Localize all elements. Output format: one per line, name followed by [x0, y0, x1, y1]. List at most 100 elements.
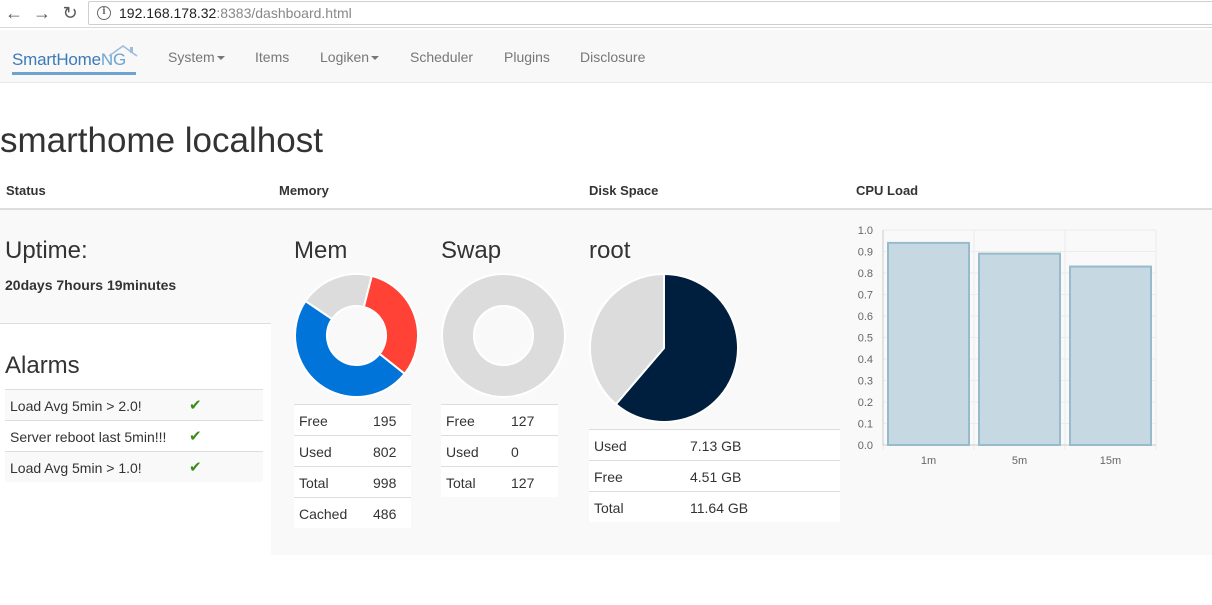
- nav-logiken-label: Logiken: [320, 49, 370, 65]
- table-row: Used 7.13 GB: [589, 429, 840, 460]
- table-row: Used 802: [294, 435, 411, 466]
- brand-underline: [12, 72, 136, 75]
- row-label: Cached: [299, 506, 348, 522]
- url-path: :8383/dashboard.html: [216, 5, 352, 21]
- table-row: Total 11.64 GB: [589, 491, 840, 522]
- info-icon[interactable]: i: [97, 6, 111, 20]
- browser-toolbar: ← → ↻ i 192.168.178.32:8383/dashboard.ht…: [0, 0, 1212, 28]
- row-value: 195: [373, 413, 397, 429]
- cpu-bar-1m: [887, 241, 970, 447]
- section-status: Status: [6, 183, 46, 198]
- y-tick-label: 0.9: [858, 247, 873, 259]
- alarms-table: Load Avg 5min > 2.0! ✔ Server reboot las…: [5, 389, 263, 482]
- nav-system-label: System: [168, 49, 215, 65]
- check-icon: ✔: [189, 397, 202, 414]
- row-label: Used: [299, 444, 332, 460]
- back-arrow-icon[interactable]: ←: [4, 3, 24, 23]
- swap-donut-chart: [441, 273, 566, 398]
- row-label: Total: [594, 500, 624, 516]
- table-row: Free 4.51 GB: [589, 460, 840, 491]
- alarms-label: Alarms: [5, 352, 80, 379]
- alarm-text: Load Avg 5min > 1.0!: [10, 460, 142, 476]
- y-tick-label: 0.4: [858, 354, 873, 366]
- navbar: SmartHomeNG System Items Logiken Schedul…: [0, 30, 1212, 83]
- x-tick-label: 5m: [1012, 455, 1027, 467]
- nav-items[interactable]: Items: [255, 49, 289, 65]
- row-value: 998: [373, 475, 397, 491]
- y-tick-label: 0.2: [858, 397, 873, 409]
- pie-slice-used: [362, 274, 419, 376]
- row-label: Total: [446, 475, 476, 491]
- mem-title: Mem: [294, 237, 348, 264]
- cpu-bar-15m: [1069, 265, 1152, 446]
- check-icon: ✔: [189, 459, 202, 476]
- caret-down-icon: [371, 56, 380, 61]
- row-label: Free: [594, 469, 623, 485]
- y-tick-label: 1.0: [858, 225, 873, 237]
- forward-arrow-icon[interactable]: →: [32, 3, 52, 23]
- nav-disclosure-label: Disclosure: [580, 49, 646, 65]
- disk-pie-chart: [589, 273, 739, 423]
- table-row: Total 127: [441, 466, 558, 497]
- mem-donut-chart: [294, 273, 419, 398]
- row-value: 127: [511, 413, 535, 429]
- table-row: Cached 486: [294, 497, 411, 528]
- check-icon: ✔: [189, 428, 202, 445]
- url-text[interactable]: 192.168.178.32:8383/dashboard.html: [119, 5, 352, 21]
- swap-title: Swap: [441, 237, 502, 264]
- page-title: smarthome localhost: [0, 121, 323, 160]
- row-value: 0: [511, 444, 519, 460]
- pie-slice-free: [441, 273, 566, 398]
- row-value: 7.13 GB: [690, 438, 742, 454]
- row-label: Total: [299, 475, 329, 491]
- nav-plugins[interactable]: Plugins: [504, 49, 550, 65]
- disk-title: root: [589, 237, 631, 264]
- disk-table: Used 7.13 GB Free 4.51 GB Total 11.64 GB: [589, 429, 840, 522]
- row-value: 11.64 GB: [690, 500, 749, 516]
- table-row: Free 195: [294, 404, 411, 435]
- row-label: Used: [446, 444, 479, 460]
- cpu-load-chart: 0.0 0.1 0.2 0.3 0.4 0.5 0.6 0.7 0.8 0.9 1.0 1m 5m 15m: [858, 225, 1157, 467]
- nav-logiken[interactable]: Logiken: [320, 49, 380, 65]
- y-tick-label: 0.6: [858, 311, 873, 323]
- x-tick-label: 15m: [1100, 455, 1121, 467]
- y-tick-label: 0.8: [858, 268, 873, 280]
- uptime-value: 20days 7hours 19minutes: [5, 277, 177, 293]
- table-row: Total 998: [294, 466, 411, 497]
- swap-table: Free 127 Used 0 Total 127: [441, 404, 558, 497]
- section-memory: Memory: [279, 183, 329, 198]
- nav-items-label: Items: [255, 49, 290, 65]
- y-tick-label: 0.1: [858, 419, 873, 431]
- house-roof-icon: [108, 45, 138, 57]
- row-value: 802: [373, 444, 397, 460]
- section-cpu: CPU Load: [856, 183, 919, 198]
- reload-icon[interactable]: ↻: [60, 3, 80, 23]
- cpu-bar-5m: [978, 252, 1061, 447]
- alarm-text: Load Avg 5min > 2.0!: [10, 398, 142, 414]
- alarm-row: Server reboot last 5min!!! ✔: [5, 420, 263, 451]
- brand-main: SmartHome: [12, 50, 101, 69]
- row-label: Used: [594, 438, 627, 454]
- y-tick-label: 0.7: [858, 290, 873, 302]
- uptime-label: Uptime:: [5, 237, 88, 264]
- table-row: Used 0: [441, 435, 558, 466]
- y-tick-label: 0.5: [858, 333, 873, 345]
- nav-system[interactable]: System: [168, 49, 225, 65]
- row-value: 486: [373, 506, 397, 522]
- row-value: 127: [511, 475, 535, 491]
- nav-scheduler-label: Scheduler: [410, 49, 474, 65]
- row-value: 4.51 GB: [690, 469, 742, 485]
- alarm-row: Load Avg 5min > 2.0! ✔: [5, 389, 263, 420]
- row-label: Free: [299, 413, 328, 429]
- nav-plugins-label: Plugins: [504, 49, 550, 65]
- caret-down-icon: [216, 56, 225, 61]
- y-tick-label: 0.0: [858, 440, 873, 452]
- y-tick-label: 0.3: [858, 376, 873, 388]
- x-tick-label: 1m: [921, 455, 936, 467]
- address-bar[interactable]: i 192.168.178.32:8383/dashboard.html: [88, 1, 1212, 25]
- url-host: 192.168.178.32: [119, 5, 217, 21]
- nav-scheduler[interactable]: Scheduler: [410, 49, 473, 65]
- nav-disclosure[interactable]: Disclosure: [580, 49, 645, 65]
- mem-table: Free 195 Used 802 Total 998 Cached 486: [294, 404, 411, 528]
- alarm-text: Server reboot last 5min!!!: [10, 429, 167, 445]
